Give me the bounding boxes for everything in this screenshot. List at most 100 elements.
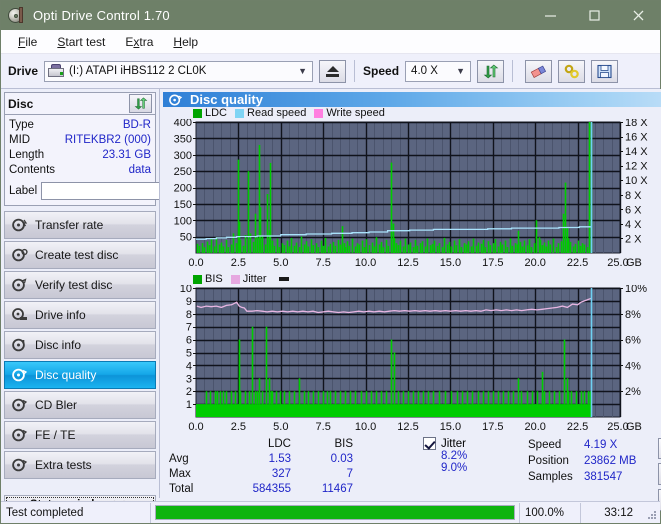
- legend-write-speed: Write speed: [314, 107, 385, 119]
- menu-start-test[interactable]: Start test: [48, 32, 114, 52]
- bis-chart[interactable]: 12345678910 2% 4% 6% 8% 10% 0.0 2.5 5.0 7.5 10.0 12…: [163, 285, 657, 435]
- sidebar-item-label: Transfer rate: [35, 218, 103, 232]
- stats-col-ldc: LDC: [225, 437, 291, 452]
- sidebar-item-verify-test-disc[interactable]: Verify test disc: [4, 271, 156, 299]
- disc-burn-icon: [11, 247, 28, 263]
- info-label: Position: [528, 453, 584, 469]
- sidebar-item-extra-tests[interactable]: Extra tests: [4, 451, 156, 479]
- tools-icon: [564, 64, 580, 79]
- ldc-chart[interactable]: 50 100 150 200 250 300 350 400 2 X 4 X 6 X 8 X 10 X 1…: [163, 119, 657, 271]
- menu-extra[interactable]: Extra: [116, 32, 162, 52]
- legend-swatch: [235, 109, 244, 118]
- progress-bar: [155, 505, 515, 520]
- svg-text:9: 9: [186, 296, 192, 308]
- legend-swatch: [314, 109, 323, 118]
- stats-row-max: Max 327 7: [169, 467, 413, 482]
- chart2-legend: BIS Jitter: [163, 273, 661, 285]
- svg-text:15.0: 15.0: [440, 257, 461, 269]
- svg-text:8%: 8%: [625, 309, 641, 321]
- legend-label: Write speed: [326, 107, 385, 119]
- close-icon[interactable]: [616, 1, 660, 30]
- svg-text:10%: 10%: [625, 285, 647, 295]
- extra-tests-icon: [11, 457, 28, 473]
- svg-text:4: 4: [186, 360, 192, 372]
- svg-text:150: 150: [174, 199, 192, 211]
- erase-button[interactable]: [525, 60, 552, 83]
- svg-text:2%: 2%: [625, 386, 641, 398]
- sidebar-item-disc-info[interactable]: Disc info: [4, 331, 156, 359]
- jitter-header: Jitter: [423, 437, 528, 450]
- speed-label: Speed: [363, 64, 399, 78]
- stats-table: LDC BIS Avg 1.53 0.03 Max 327 7 Total 58…: [163, 437, 413, 509]
- disc-verify-icon: [11, 277, 28, 293]
- svg-text:2.5: 2.5: [231, 421, 246, 433]
- disc-info-box: Disc Type BD-R MID RITEKBR2 (000) Length…: [4, 92, 156, 206]
- stats-header-row: LDC BIS: [169, 437, 413, 452]
- svg-text:17.5: 17.5: [482, 257, 503, 269]
- svg-text:50: 50: [180, 232, 192, 244]
- svg-text:2: 2: [186, 386, 192, 398]
- refresh-button[interactable]: [477, 60, 504, 83]
- legend-jitter: Jitter: [231, 273, 267, 285]
- eject-button[interactable]: [319, 60, 346, 83]
- sidebar-item-transfer-rate[interactable]: Transfer rate: [4, 211, 156, 239]
- legend-swatch: [231, 275, 240, 284]
- info-label: Speed: [528, 437, 584, 453]
- sidebar-item-cd-bler[interactable]: CD Bler: [4, 391, 156, 419]
- fe-te-icon: [11, 427, 28, 443]
- svg-text:250: 250: [174, 166, 192, 178]
- svg-text:20.0: 20.0: [524, 257, 545, 269]
- svg-text:12 X: 12 X: [625, 161, 648, 173]
- minimize-icon[interactable]: [528, 1, 572, 30]
- speed-select[interactable]: 4.0 X ▼: [405, 61, 471, 82]
- info-row-samples: Samples 381547: [528, 469, 658, 485]
- main-area: Disc Type BD-R MID RITEKBR2 (000) Length…: [1, 89, 660, 498]
- ldc-chart-container: 50 100 150 200 250 300 350 400 2 X4 X6 X8 X 10 X1…: [163, 119, 661, 271]
- sidebar-item-fe-te[interactable]: FE / TE: [4, 421, 156, 449]
- sidebar-item-drive-info[interactable]: Drive info: [4, 301, 156, 329]
- svg-text:18 X: 18 X: [625, 119, 648, 129]
- svg-text:1: 1: [186, 399, 192, 411]
- run-info: Speed 4.19 X Position 23862 MB Samples 3…: [528, 437, 658, 509]
- save-button[interactable]: [591, 60, 618, 83]
- resize-grip[interactable]: [643, 506, 657, 520]
- jitter-label: Jitter: [441, 438, 466, 450]
- drive-select[interactable]: (I:) ATAPI iHBS112 2 CL0K ▼: [44, 61, 313, 82]
- progress-container: [151, 503, 519, 523]
- app-window: Opti Drive Control 1.70 FFileile Start t…: [0, 0, 661, 524]
- eraser-icon: [530, 64, 547, 79]
- svg-text:10.0: 10.0: [355, 257, 376, 269]
- drive-icon: [48, 64, 65, 78]
- tools-button[interactable]: [558, 60, 585, 83]
- svg-text:15.0: 15.0: [440, 421, 461, 433]
- svg-text:7.5: 7.5: [316, 257, 331, 269]
- disc-row-contents: Contents data: [9, 163, 151, 178]
- sidebar-item-create-test-disc[interactable]: Create test disc: [4, 241, 156, 269]
- svg-text:GB: GB: [626, 257, 642, 269]
- svg-text:6%: 6%: [625, 335, 641, 347]
- menu-help[interactable]: Help: [164, 32, 207, 52]
- sidebar-item-disc-quality[interactable]: Disc quality: [4, 361, 156, 389]
- menu-file[interactable]: FFileile: [9, 32, 46, 52]
- stats-row-label: Avg: [169, 452, 225, 467]
- svg-text:7.5: 7.5: [316, 421, 331, 433]
- jitter-avg: 8.2%: [423, 450, 528, 462]
- disc-label-row: Label: [9, 181, 151, 201]
- info-value: 381547: [584, 469, 622, 485]
- stats-value-ldc: 1.53: [225, 452, 291, 467]
- disc-row-value: RITEKBR2 (000): [65, 133, 151, 148]
- disc-row-value: data: [129, 163, 151, 178]
- legend-swatch: [193, 109, 202, 118]
- panel-header: Disc quality: [163, 92, 661, 107]
- title-bar: Opti Drive Control 1.70: [1, 1, 660, 30]
- svg-text:3: 3: [186, 373, 192, 385]
- stats-value-bis: 0.03: [291, 452, 353, 467]
- svg-text:16 X: 16 X: [625, 132, 648, 144]
- svg-text:20.0: 20.0: [524, 421, 545, 433]
- drive-info-icon: [11, 307, 28, 323]
- svg-text:22.5: 22.5: [567, 257, 588, 269]
- legend-label: LDC: [205, 107, 227, 119]
- maximize-icon[interactable]: [572, 1, 616, 30]
- disc-refresh-button[interactable]: [129, 94, 152, 113]
- jitter-checkbox[interactable]: [423, 437, 436, 450]
